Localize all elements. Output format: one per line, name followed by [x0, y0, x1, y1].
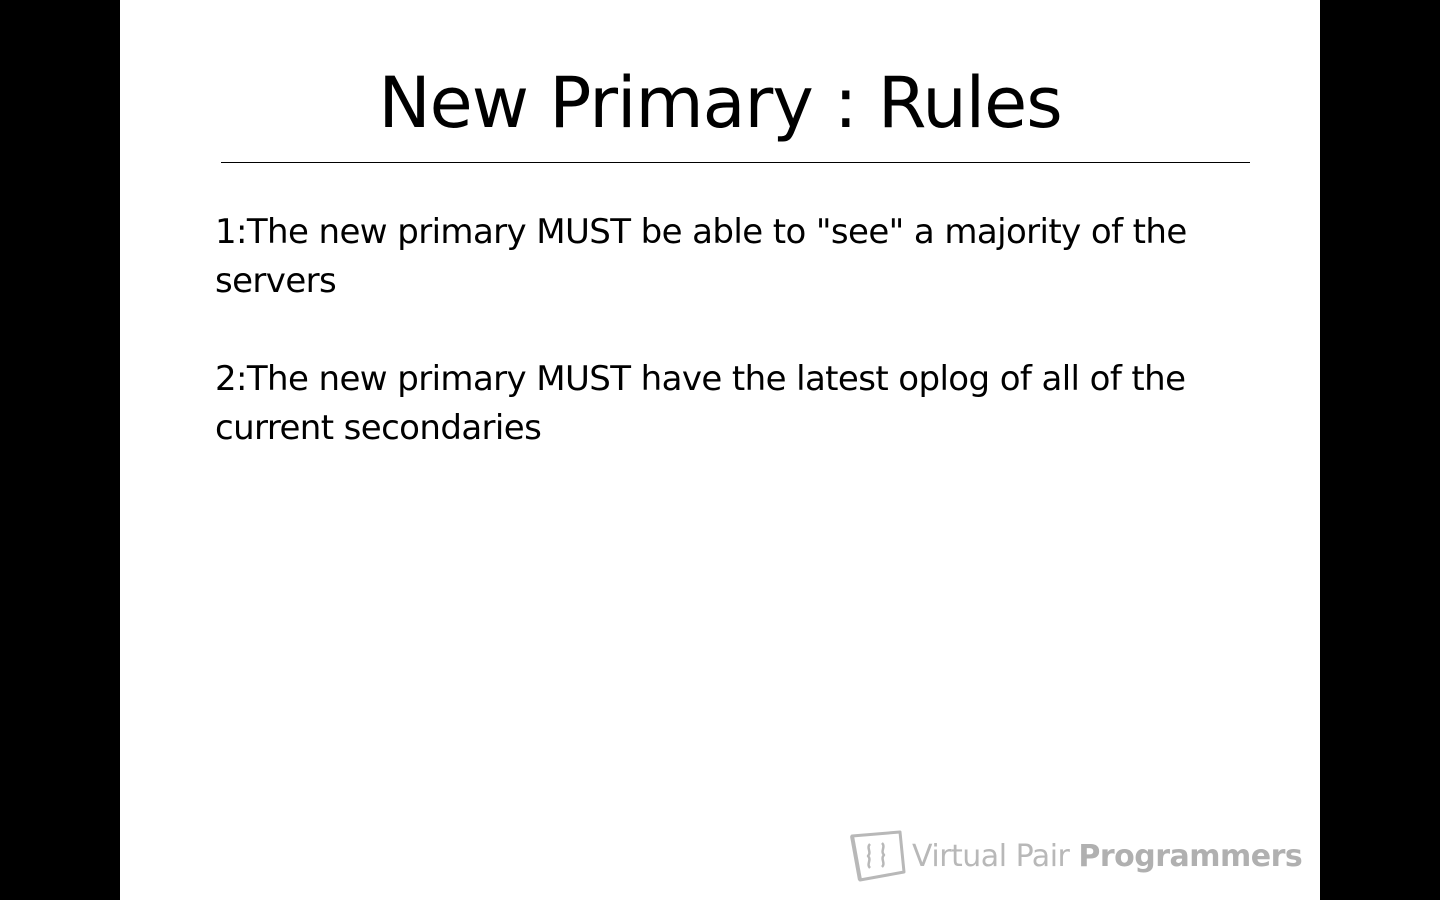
brand-name-light: Virtual Pair — [912, 838, 1070, 874]
title-divider — [221, 162, 1250, 163]
rule-item: 1:The new primary MUST be able to "see" … — [215, 212, 1187, 301]
vpp-logo-icon — [850, 830, 906, 882]
slide-title: New Primary : Rules — [378, 62, 1062, 144]
video-frame: New Primary : Rules 1:The new primary MU… — [0, 0, 1440, 900]
presentation-slide: New Primary : Rules 1:The new primary MU… — [120, 0, 1320, 900]
brand-watermark: Virtual Pair Programmers — [848, 828, 1303, 884]
brand-name-bold: Programmers — [1078, 838, 1303, 874]
rule-item: 2:The new primary MUST have the latest o… — [215, 359, 1186, 448]
rules-list: 1:The new primary MUST be able to "see" … — [215, 208, 1225, 502]
